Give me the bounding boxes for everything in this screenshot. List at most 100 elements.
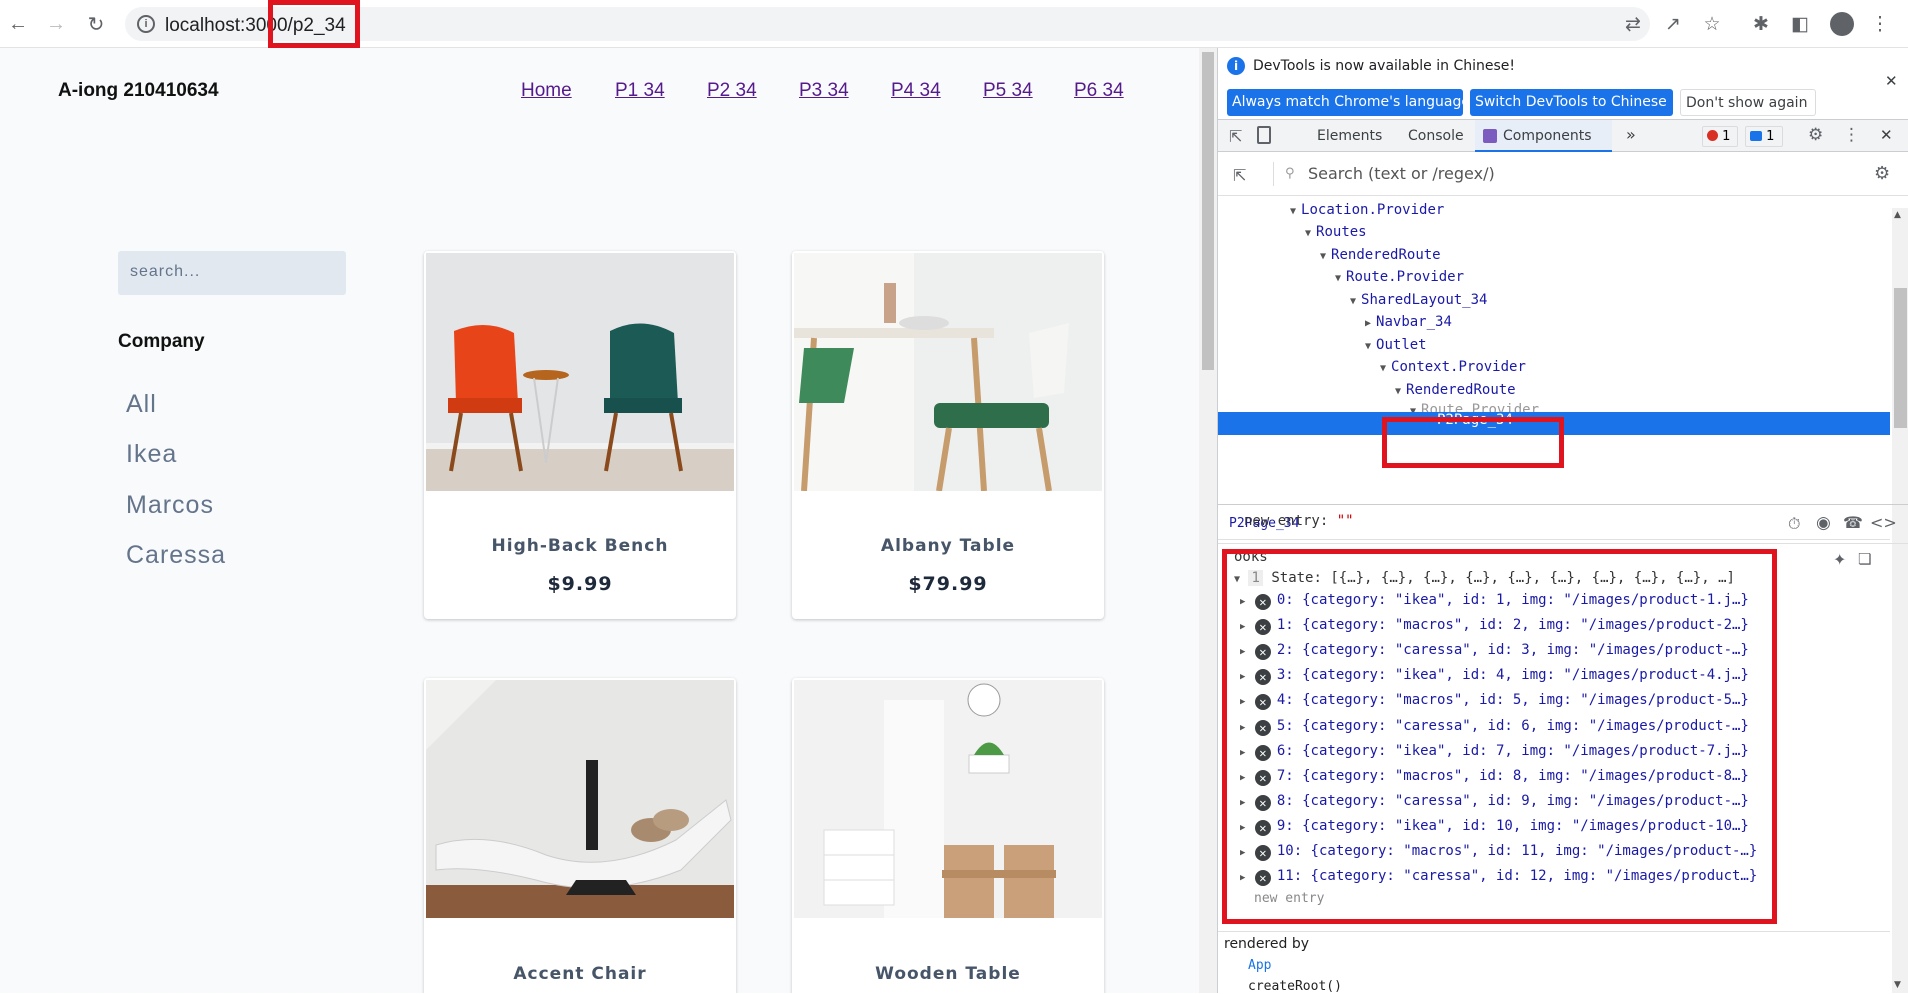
tree-row[interactable]: ▼ Location.Provider — [1218, 202, 1890, 224]
tree-row[interactable]: ▼ Outlet — [1218, 337, 1890, 359]
new-entry-prop[interactable]: new entry: "" — [1244, 513, 1354, 529]
info-icon: i — [1227, 57, 1245, 75]
product-card[interactable]: Wooden Table — [792, 678, 1104, 993]
more-vert-icon[interactable]: ⋮ — [1866, 10, 1894, 38]
product-price: $79.99 — [908, 573, 988, 595]
code-icon[interactable]: <> — [1870, 513, 1897, 532]
divider — [1218, 539, 1890, 540]
tree-node-label: Location.Provider — [1301, 202, 1445, 218]
messages-badge[interactable]: 1 — [1745, 126, 1783, 147]
nav-link-home[interactable]: Home — [521, 80, 572, 102]
profile-icon[interactable] — [1828, 10, 1856, 38]
devtools-panel: i DevTools is now available in Chinese! … — [1217, 48, 1908, 994]
tree-node-label: Route.Provider — [1346, 269, 1465, 285]
new-entry-key: new entry: — [1244, 513, 1329, 529]
tree-node-label: Route.Provider — [1421, 402, 1540, 412]
reload-icon[interactable]: ↻ — [82, 10, 110, 38]
react-icon — [1483, 129, 1497, 143]
tree-row[interactable]: ▼ Context.Provider — [1218, 359, 1890, 381]
nav-link-p3[interactable]: P3 34 — [799, 80, 849, 102]
forward-arrow-icon[interactable]: → — [42, 10, 70, 38]
gear-icon[interactable]: ⚙ — [1874, 163, 1890, 184]
product-image — [794, 253, 1102, 491]
product-image — [794, 680, 1102, 918]
tab-components[interactable]: Components — [1475, 120, 1612, 152]
search-input[interactable]: search... — [118, 251, 346, 295]
inspect-element-icon[interactable]: ⇱ — [1229, 127, 1242, 146]
rendered-by-heading: rendered by — [1224, 936, 1310, 952]
tree-row[interactable]: ▶ Navbar_34 — [1218, 314, 1890, 336]
translate-icon[interactable]: ⇄ — [1619, 10, 1647, 38]
rendered-by-createroot: createRoot() — [1248, 979, 1342, 994]
magic-wand-icon[interactable]: ✦ — [1833, 550, 1846, 569]
tree-row[interactable]: ▼ Routes — [1218, 224, 1890, 246]
product-title: Albany Table — [880, 536, 1016, 556]
tree-node-label: Context.Provider — [1391, 359, 1526, 375]
star-icon[interactable]: ☆ — [1698, 10, 1726, 38]
nav-link-p2[interactable]: P2 34 — [707, 80, 757, 102]
product-price: $9.99 — [547, 573, 613, 595]
nav-link-p1[interactable]: P1 34 — [615, 80, 665, 102]
tree-row[interactable]: ▼ SharedLayout_34 — [1218, 292, 1890, 314]
errors-count: 1 — [1722, 129, 1731, 144]
category-caressa-button[interactable]: Caressa — [126, 541, 226, 570]
side-panel-icon[interactable]: ◧ — [1786, 10, 1814, 38]
category-ikea-button[interactable]: Ikea — [126, 440, 177, 469]
more-vert-icon[interactable]: ⋮ — [1843, 125, 1860, 145]
rendered-by-app[interactable]: App — [1248, 958, 1271, 973]
product-card[interactable]: Accent Chair — [424, 678, 736, 993]
tree-row[interactable]: ▼ Route.Provider — [1218, 269, 1890, 291]
tree-node-label: RenderedRoute — [1331, 247, 1441, 263]
page-scrollbar-thumb[interactable] — [1202, 52, 1214, 370]
select-element-icon[interactable]: ⇱ — [1233, 166, 1246, 185]
tab-elements[interactable]: Elements — [1317, 128, 1382, 144]
category-marcos-button[interactable]: Marcos — [126, 491, 214, 520]
tree-row[interactable]: ▼ Route.Provider — [1218, 402, 1890, 412]
back-arrow-icon[interactable]: ← — [4, 10, 32, 38]
always-match-language-button[interactable]: Always match Chrome's language — [1227, 89, 1470, 116]
tree-row[interactable]: ▼ RenderedRoute — [1218, 382, 1890, 404]
device-toolbar-icon[interactable] — [1257, 126, 1271, 144]
devtools-scrollbar[interactable]: ▲ ▼ — [1892, 208, 1908, 993]
browser-toolbar: ← → ↻ i localhost:3000/p2_34 ⇄ ↗ ☆ ✱ ◧ ⋮ — [0, 0, 1908, 48]
divider — [1218, 931, 1890, 932]
nav-link-p4[interactable]: P4 34 — [891, 80, 941, 102]
tree-node-label: Routes — [1316, 224, 1367, 240]
share-icon[interactable]: ↗ — [1659, 10, 1687, 38]
product-card[interactable]: High-Back Bench $9.99 — [424, 251, 736, 619]
company-heading: Company — [118, 331, 205, 352]
bug-icon[interactable]: ☎ — [1843, 513, 1863, 532]
category-all-button[interactable]: All — [126, 390, 157, 419]
gear-icon[interactable]: ⚙ — [1808, 125, 1823, 145]
nav-link-p6[interactable]: P6 34 — [1074, 80, 1124, 102]
extensions-icon[interactable]: ✱ — [1747, 10, 1775, 38]
web-page: A-iong 210410634 Home P1 34 P2 34 P3 34 … — [0, 48, 1199, 993]
tree-node-label: Outlet — [1376, 337, 1427, 353]
devtools-language-infobar: i DevTools is now available in Chinese! … — [1218, 48, 1908, 120]
info-icon[interactable]: i — [137, 15, 155, 33]
dont-show-again-button[interactable]: Don't show again — [1680, 89, 1816, 116]
messages-count: 1 — [1766, 129, 1775, 144]
tab-console[interactable]: Console — [1408, 128, 1464, 144]
eye-icon[interactable]: ◉ — [1816, 513, 1831, 533]
nav-link-p5[interactable]: P5 34 — [983, 80, 1033, 102]
close-icon[interactable]: ✕ — [1885, 72, 1898, 90]
devtools-scrollbar-thumb[interactable] — [1894, 288, 1907, 428]
errors-badge[interactable]: 1 — [1702, 126, 1738, 147]
selected-annotation-box — [1382, 417, 1564, 468]
tree-node-label: Navbar_34 — [1376, 314, 1452, 330]
product-title: High-Back Bench — [491, 536, 669, 556]
new-entry-value: "" — [1336, 513, 1354, 529]
tree-row[interactable]: ▼ RenderedRoute — [1218, 247, 1890, 269]
scroll-up-icon: ▲ — [1894, 210, 1901, 220]
switch-to-chinese-button[interactable]: Switch DevTools to Chinese — [1470, 89, 1673, 116]
hooks-annotation-box — [1222, 549, 1777, 924]
copy-icon[interactable]: ❏ — [1858, 550, 1871, 568]
components-search-bar: ⇱ ⚲ Search (text or /regex/) ⚙ — [1218, 152, 1908, 196]
close-devtools-icon[interactable]: ✕ — [1880, 126, 1893, 144]
components-search-input[interactable]: Search (text or /regex/) — [1308, 164, 1495, 183]
timer-icon[interactable]: ⏱ — [1788, 514, 1800, 534]
scroll-down-icon: ▼ — [1894, 980, 1901, 990]
more-tabs-icon[interactable]: » — [1626, 125, 1636, 144]
product-card[interactable]: Albany Table $79.99 — [792, 251, 1104, 619]
